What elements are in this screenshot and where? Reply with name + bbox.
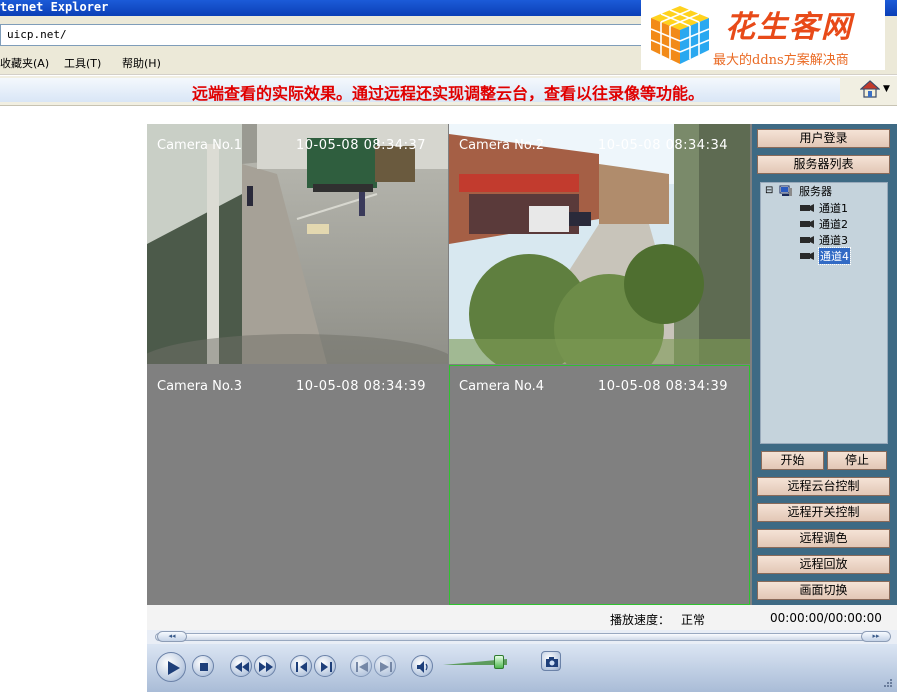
next-button[interactable] (374, 655, 396, 677)
camera-2-label: Camera No.2 (459, 138, 545, 153)
play-button[interactable] (156, 652, 186, 682)
address-input[interactable]: uicp.net/ (0, 24, 670, 46)
camera-3-timestamp: 10-05-08 08:34:39 (295, 379, 426, 394)
camera-icon (800, 236, 814, 244)
fast-forward-button[interactable] (254, 655, 276, 677)
tree-channel-2[interactable]: 通道2 (819, 216, 848, 232)
tree-channel-4[interactable]: 通道4 (818, 247, 851, 265)
view-switch-button[interactable]: 画面切换 (757, 581, 890, 600)
camera-1-video-frame (147, 124, 448, 364)
color-adjust-button[interactable]: 远程调色 (757, 529, 890, 548)
menu-help[interactable]: 帮助(H) (122, 55, 161, 71)
menu-favorites[interactable]: 收藏夹(A) (0, 55, 49, 71)
window-title: ternet Explorer (0, 0, 109, 14)
previous-button[interactable] (350, 655, 372, 677)
camera-icon (800, 204, 814, 212)
tree-channel-1[interactable]: 通道1 (819, 200, 848, 216)
fast-forward-icon (259, 662, 273, 672)
skip-previous-icon (356, 662, 368, 672)
video-grid: Camera No.1 10-05-08 08:34:37 Camera No.… (147, 124, 752, 605)
seek-forward-icon[interactable]: ▸▸ (861, 631, 891, 642)
mute-button[interactable] (411, 655, 433, 677)
start-button[interactable]: 开始 (761, 451, 824, 470)
play-icon (168, 661, 180, 675)
camera-1-label: Camera No.1 (157, 138, 243, 153)
server-list-button[interactable]: 服务器列表 (757, 155, 890, 174)
resize-grip-icon[interactable] (883, 678, 893, 688)
camera-icon (800, 252, 814, 260)
server-tree: ⊟ 服务器 通道1 通道2 通道3 通道4 (760, 182, 888, 444)
player-controls (147, 644, 897, 692)
tree-channel-3[interactable]: 通道3 (819, 232, 848, 248)
step-back-icon (296, 662, 307, 672)
stop-button[interactable]: 停止 (827, 451, 887, 470)
speed-value: 正常 (681, 613, 706, 627)
remote-playback-button[interactable]: 远程回放 (757, 555, 890, 574)
camera-4-timestamp: 10-05-08 08:34:39 (597, 379, 728, 394)
seek-back-icon[interactable]: ◂◂ (157, 631, 187, 642)
chevron-down-icon[interactable]: ▼ (883, 84, 890, 94)
step-forward-button[interactable] (314, 655, 336, 677)
camera-3-label: Camera No.3 (157, 379, 243, 394)
seek-bar[interactable]: ◂◂ ▸▸ (147, 630, 897, 644)
screen: ternet Explorer uicp.net/ 收藏夹(A) 工具(T) 帮… (0, 0, 897, 692)
ptz-control-button[interactable]: 远程云台控制 (757, 477, 890, 496)
camera-4-label: Camera No.4 (459, 379, 545, 394)
camera-icon (800, 220, 814, 228)
address-text: uicp.net/ (7, 28, 67, 41)
logo-slogan: 最大的ddns方案解决商 (713, 53, 849, 68)
camera-2-video-frame (449, 124, 750, 364)
logo-brand: 花生客网 (725, 10, 853, 45)
volume-knob[interactable] (494, 655, 504, 669)
snapshot-button[interactable] (541, 651, 561, 671)
rewind-button[interactable] (230, 655, 252, 677)
home-icon[interactable] (860, 80, 880, 98)
control-panel: 用户登录 服务器列表 ⊟ 服务器 通道1 通道2 通道3 通道4 开始 停止 远… (752, 124, 897, 605)
camera-2-timestamp: 10-05-08 08:34:34 (597, 138, 728, 153)
skip-next-icon (380, 662, 392, 672)
menu-tools[interactable]: 工具(T) (64, 55, 101, 71)
step-forward-icon (321, 662, 332, 672)
speaker-icon (417, 661, 428, 673)
seek-track[interactable] (155, 633, 889, 641)
speed-label: 播放速度： (610, 613, 671, 627)
tree-root-server[interactable]: 服务器 (799, 183, 832, 199)
rubik-cube-icon (650, 6, 710, 64)
banner-message: 远端查看的实际效果。通过远程还实现调整云台，查看以往录像等功能。 (192, 84, 705, 103)
login-button[interactable]: 用户登录 (757, 129, 890, 148)
playback-time: 00:00:00/00:00:00 (770, 611, 882, 625)
banner-row: 远端查看的实际效果。通过远程还实现调整云台，查看以往录像等功能。 (0, 76, 897, 106)
step-back-button[interactable] (290, 655, 312, 677)
tree-collapse-icon[interactable]: ⊟ (765, 185, 773, 196)
camera-view-1[interactable]: Camera No.1 10-05-08 08:34:37 (147, 124, 448, 364)
camera-1-timestamp: 10-05-08 08:34:37 (295, 138, 426, 153)
rewind-icon (235, 662, 249, 672)
stop-icon (200, 663, 208, 671)
camera-view-4[interactable]: Camera No.4 10-05-08 08:34:39 (449, 365, 750, 605)
logo: 花生客网 最大的ddns方案解决商 (641, 0, 885, 70)
camera-view-2[interactable]: Camera No.2 10-05-08 08:34:34 (449, 124, 750, 364)
camera-snapshot-icon (546, 657, 558, 667)
switch-control-button[interactable]: 远程开关控制 (757, 503, 890, 522)
stop-playback-button[interactable] (192, 655, 214, 677)
status-bar: 播放速度： 正常 00:00:00/00:00:00 (147, 605, 897, 630)
server-icon (779, 185, 792, 196)
camera-view-3[interactable]: Camera No.3 10-05-08 08:34:39 (147, 365, 448, 605)
